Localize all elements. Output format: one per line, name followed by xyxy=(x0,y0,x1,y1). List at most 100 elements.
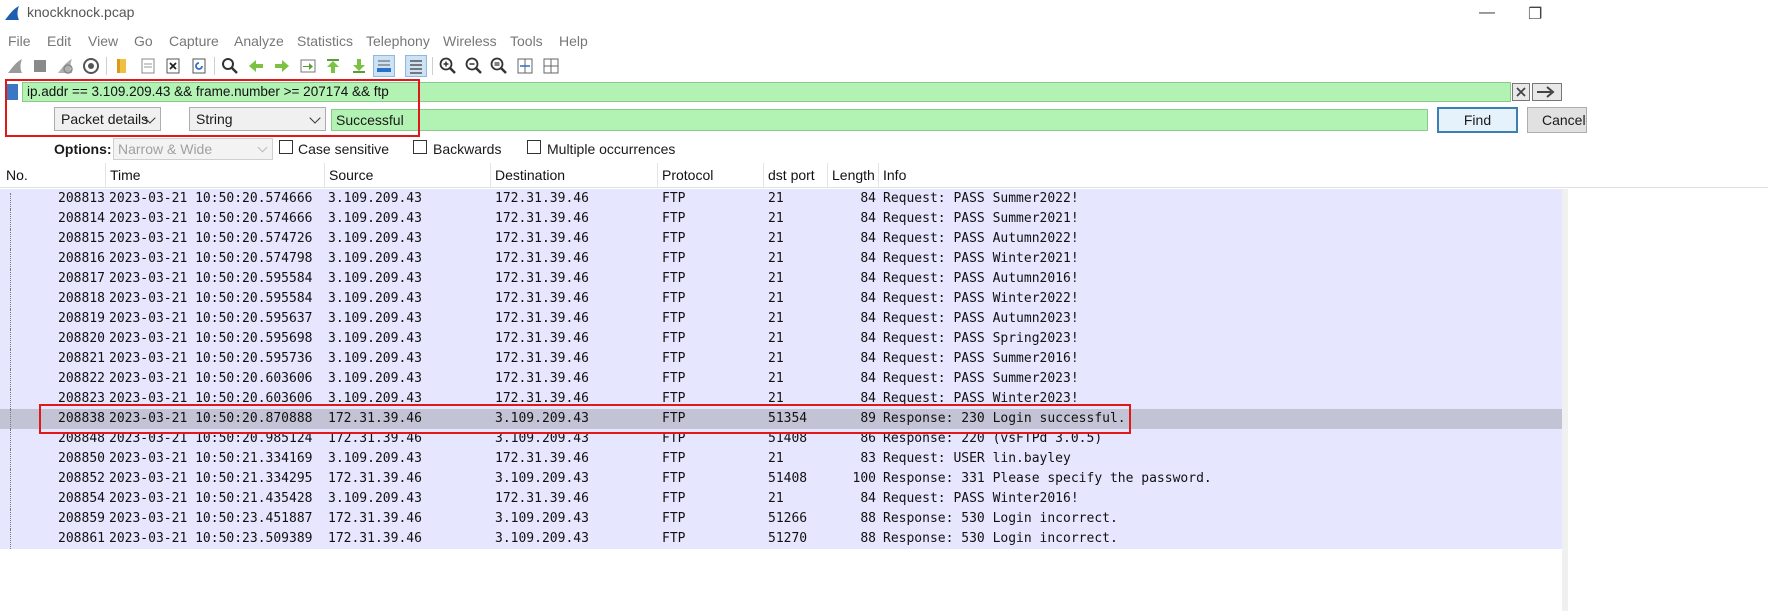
menu-item-help[interactable]: Help xyxy=(559,33,588,49)
packet-layout-icon[interactable] xyxy=(540,55,562,77)
menu-item-go[interactable]: Go xyxy=(134,33,153,49)
cell-no: 208816 xyxy=(58,251,105,266)
capture-options-icon[interactable] xyxy=(80,55,102,77)
table-row[interactable]: 208850 2023-03-21 10:50:21.334169 3.109.20… xyxy=(0,449,1562,469)
multiple-occurrences-checkbox[interactable] xyxy=(527,140,541,154)
search-in-value: Packet details xyxy=(61,111,149,127)
conversation-tree-line xyxy=(10,449,11,469)
table-row[interactable]: 208854 2023-03-21 10:50:21.435428 3.109.20… xyxy=(0,489,1562,509)
column-separator[interactable] xyxy=(827,163,828,188)
cell-time: 2023-03-21 10:50:21.334169 xyxy=(109,451,313,466)
resize-columns-icon[interactable] xyxy=(514,55,536,77)
table-row[interactable]: 208821 2023-03-21 10:50:20.595736 3.109.20… xyxy=(0,349,1562,369)
menu-item-analyze[interactable]: Analyze xyxy=(234,33,284,49)
column-separator[interactable] xyxy=(878,163,879,188)
column-separator[interactable] xyxy=(105,163,106,188)
last-packet-icon[interactable] xyxy=(348,55,370,77)
table-row[interactable]: 208820 2023-03-21 10:50:20.595698 3.109.20… xyxy=(0,329,1562,349)
close-file-icon[interactable] xyxy=(162,55,184,77)
table-row[interactable]: 208838 2023-03-21 10:50:20.870888 172.31.3… xyxy=(0,409,1562,429)
table-row[interactable]: 208818 2023-03-21 10:50:20.595584 3.109.20… xyxy=(0,289,1562,309)
column-separator[interactable] xyxy=(763,163,764,188)
column-header-protocol[interactable]: Protocol xyxy=(662,167,713,183)
menu-item-telephony[interactable]: Telephony xyxy=(366,33,430,49)
conversation-tree-line xyxy=(10,249,11,269)
menu-item-tools[interactable]: Tools xyxy=(510,33,543,49)
table-row[interactable]: 208816 2023-03-21 10:50:20.574798 3.109.20… xyxy=(0,249,1562,269)
menu-item-capture[interactable]: Capture xyxy=(169,33,219,49)
search-type-select[interactable]: String xyxy=(189,107,326,131)
column-header-length[interactable]: Length xyxy=(832,167,875,183)
column-header-dst-port[interactable]: dst port xyxy=(768,167,815,183)
search-in-select[interactable]: Packet details xyxy=(54,107,161,131)
column-separator[interactable] xyxy=(657,163,658,188)
case-sensitive-checkbox[interactable] xyxy=(279,140,293,154)
minimize-icon[interactable]: — xyxy=(1479,4,1495,22)
stop-capture-icon[interactable] xyxy=(29,55,51,77)
conversation-tree-line xyxy=(10,209,11,229)
column-header-destination[interactable]: Destination xyxy=(495,167,565,183)
go-back-icon[interactable] xyxy=(245,55,267,77)
table-row[interactable]: 208823 2023-03-21 10:50:20.603606 3.109.20… xyxy=(0,389,1562,409)
table-row[interactable]: 208813 2023-03-21 10:50:20.574666 3.109.20… xyxy=(0,189,1562,209)
column-separator[interactable] xyxy=(490,163,491,188)
clear-filter-icon[interactable] xyxy=(1512,83,1530,101)
cell-proto: FTP xyxy=(662,211,686,226)
find-packet-icon[interactable] xyxy=(219,55,241,77)
menu-item-statistics[interactable]: Statistics xyxy=(297,33,353,49)
zoom-in-icon[interactable] xyxy=(437,55,459,77)
table-row[interactable]: 208852 2023-03-21 10:50:21.334295 172.31.3… xyxy=(0,469,1562,489)
zoom-out-icon[interactable] xyxy=(463,55,485,77)
table-row[interactable]: 208815 2023-03-21 10:50:20.574726 3.109.20… xyxy=(0,229,1562,249)
cell-proto: FTP xyxy=(662,511,686,526)
table-row[interactable]: 208817 2023-03-21 10:50:20.595584 3.109.20… xyxy=(0,269,1562,289)
first-packet-icon[interactable] xyxy=(322,55,344,77)
table-row[interactable]: 208819 2023-03-21 10:50:20.595637 3.109.20… xyxy=(0,309,1562,329)
cell-dport: 21 xyxy=(768,331,784,346)
column-separator[interactable] xyxy=(324,163,325,188)
cell-time: 2023-03-21 10:50:20.595637 xyxy=(109,311,313,326)
menu-item-view[interactable]: View xyxy=(88,33,118,49)
find-button[interactable]: Find xyxy=(1437,107,1518,133)
colorize-icon[interactable] xyxy=(405,55,427,77)
column-header-info[interactable]: Info xyxy=(883,167,906,183)
auto-scroll-icon[interactable] xyxy=(373,55,395,77)
table-row[interactable]: 208822 2023-03-21 10:50:20.603606 3.109.20… xyxy=(0,369,1562,389)
reload-file-icon[interactable] xyxy=(188,55,210,77)
restore-icon[interactable]: ❐ xyxy=(1528,4,1542,24)
save-file-icon[interactable] xyxy=(137,55,159,77)
backwards-checkbox[interactable] xyxy=(413,140,427,154)
start-capture-icon[interactable] xyxy=(4,55,26,77)
table-row[interactable]: 208859 2023-03-21 10:50:23.451887 172.31.3… xyxy=(0,509,1562,529)
cell-no: 208820 xyxy=(58,331,105,346)
filter-bookmark-icon[interactable] xyxy=(6,84,18,100)
table-row[interactable]: 208814 2023-03-21 10:50:20.574666 3.109.20… xyxy=(0,209,1562,229)
column-header-time[interactable]: Time xyxy=(110,167,141,183)
cell-no: 208813 xyxy=(58,191,105,206)
window-title: knockknock.pcap xyxy=(27,4,135,20)
normal-size-icon[interactable] xyxy=(488,55,510,77)
go-to-packet-icon[interactable] xyxy=(297,55,319,77)
table-row[interactable]: 208861 2023-03-21 10:50:23.509389 172.31.3… xyxy=(0,529,1562,549)
column-header-source[interactable]: Source xyxy=(329,167,373,183)
cancel-button[interactable]: Cancel xyxy=(1527,107,1587,133)
charset-select[interactable]: Narrow & Wide xyxy=(113,138,273,160)
display-filter-input[interactable]: ip.addr == 3.109.209.43 && frame.number … xyxy=(22,82,1511,102)
cell-proto: FTP xyxy=(662,411,686,426)
go-forward-icon[interactable] xyxy=(271,55,293,77)
column-header-no[interactable]: No. xyxy=(6,167,28,183)
open-file-icon[interactable] xyxy=(111,55,133,77)
menu-item-file[interactable]: File xyxy=(8,33,31,49)
vertical-scrollbar[interactable] xyxy=(1562,189,1568,611)
find-query-input[interactable]: Successful xyxy=(331,109,1428,131)
conversation-tree-line xyxy=(10,289,11,309)
apply-filter-icon[interactable] xyxy=(1532,83,1562,101)
find-options-bar: Options: Narrow & Wide Case sensitive Ba… xyxy=(0,137,1768,161)
cell-len: 84 xyxy=(860,251,876,266)
restart-capture-icon[interactable] xyxy=(54,55,76,77)
cell-dst: 172.31.39.46 xyxy=(495,271,589,286)
menu-item-edit[interactable]: Edit xyxy=(47,33,71,49)
table-row[interactable]: 208848 2023-03-21 10:50:20.985124 172.31.3… xyxy=(0,429,1562,449)
conversation-tree-line xyxy=(10,329,11,349)
menu-item-wireless[interactable]: Wireless xyxy=(443,33,497,49)
